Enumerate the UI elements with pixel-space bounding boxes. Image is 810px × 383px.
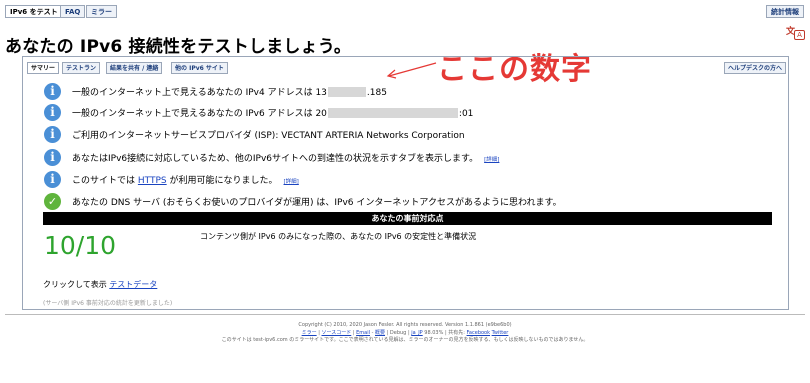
footer-links: ミラー | ソースコード | Email - 概要 | Debug | ja_J… [301, 330, 509, 336]
https-text: このサイトでは HTTPS が利用可能になりました。 [詳細] [72, 175, 299, 186]
readiness-description: コンテンツ側が IPv6 のみになった際の、あなたの IPv6 の安定性と準備状… [200, 232, 477, 241]
tab-stats[interactable]: 統計情報 [766, 5, 804, 18]
result-row-dns: ✓ あなたの DNS サーバ (おそらくお使いのプロバイダが運用) は、IPv6… [44, 192, 562, 210]
footer-mirror-note: このサイトは test-ipv6.com のミラーサイトです。ここで表明されてい… [221, 337, 589, 343]
tab-mirror[interactable]: ミラー [86, 5, 117, 18]
tab-share-contact[interactable]: 結果を共有 / 連絡 [106, 62, 163, 74]
tab-summary[interactable]: サマリー [27, 62, 60, 74]
tab-helpdesk[interactable]: ヘルプデスクの方へ [723, 62, 786, 74]
result-row-https: i このサイトでは HTTPS が利用可能になりました。 [詳細] [44, 170, 299, 188]
result-row-ipv6-tabs: i あなたはIPv6接続に対応しているため、他のIPv6サイトへの到達性の状況を… [44, 148, 499, 166]
info-icon: i [44, 82, 61, 100]
tab-faq[interactable]: FAQ [60, 5, 86, 18]
redacted-block [327, 108, 458, 118]
test-data-link[interactable]: テストデータ [109, 280, 157, 289]
details-link[interactable]: [詳細] [284, 179, 299, 185]
footer-divider [5, 314, 805, 315]
info-icon: i [44, 125, 61, 143]
ipv6-tabs-text: あなたはIPv6接続に対応しているため、他のIPv6サイトへの到達性の状況を示す… [72, 153, 500, 164]
readiness-banner: あなたの事前対応点 [43, 212, 772, 225]
language-icon[interactable]: 文A [786, 24, 806, 40]
details-link[interactable]: [詳細] [484, 157, 499, 163]
result-row-ipv4: i 一般のインターネット上で見えるあなたの IPv4 アドレスは 13.185 [44, 82, 387, 100]
update-note[interactable]: (サーバ側 IPv6 事前対応の統計を更新しました) [43, 298, 172, 307]
redacted-block [327, 87, 366, 97]
dns-text: あなたの DNS サーバ (おそらくお使いのプロバイダが運用) は、IPv6 イ… [72, 197, 562, 208]
tab-test-run[interactable]: テストラン [62, 62, 101, 74]
checkmark-icon: ✓ [44, 192, 61, 210]
footer-copyright: Copyright (C) 2010, 2020 Jason Fesler. A… [298, 322, 512, 328]
ipv6-address-text: 一般のインターネット上で見えるあなたの IPv6 アドレスは 20:01 [72, 108, 474, 119]
info-icon: i [44, 103, 61, 121]
show-test-data-line: クリックして表示 テストデータ [43, 279, 157, 290]
show-test-data-prefix: クリックして表示 [43, 280, 107, 289]
readiness-score: 10/10 [44, 231, 117, 260]
info-icon: i [44, 148, 61, 166]
tab-other-ipv6-sites[interactable]: 他の IPv6 サイト [171, 62, 228, 74]
tab-ipv6-test[interactable]: IPv6 をテスト [5, 5, 63, 18]
info-icon: i [44, 170, 61, 188]
ipv4-address-text: 一般のインターネット上で見えるあなたの IPv4 アドレスは 13.185 [72, 87, 387, 98]
page-title: あなたの IPv6 接続性をテストしましょう。 [5, 37, 352, 57]
https-link[interactable]: HTTPS [138, 176, 167, 186]
isp-text: ご利用のインターネットサービスプロバイダ (ISP): VECTANT ARTE… [72, 130, 465, 141]
result-row-ipv6: i 一般のインターネット上で見えるあなたの IPv6 アドレスは 20:01 [44, 103, 473, 121]
result-row-isp: i ご利用のインターネットサービスプロバイダ (ISP): VECTANT AR… [44, 125, 465, 143]
